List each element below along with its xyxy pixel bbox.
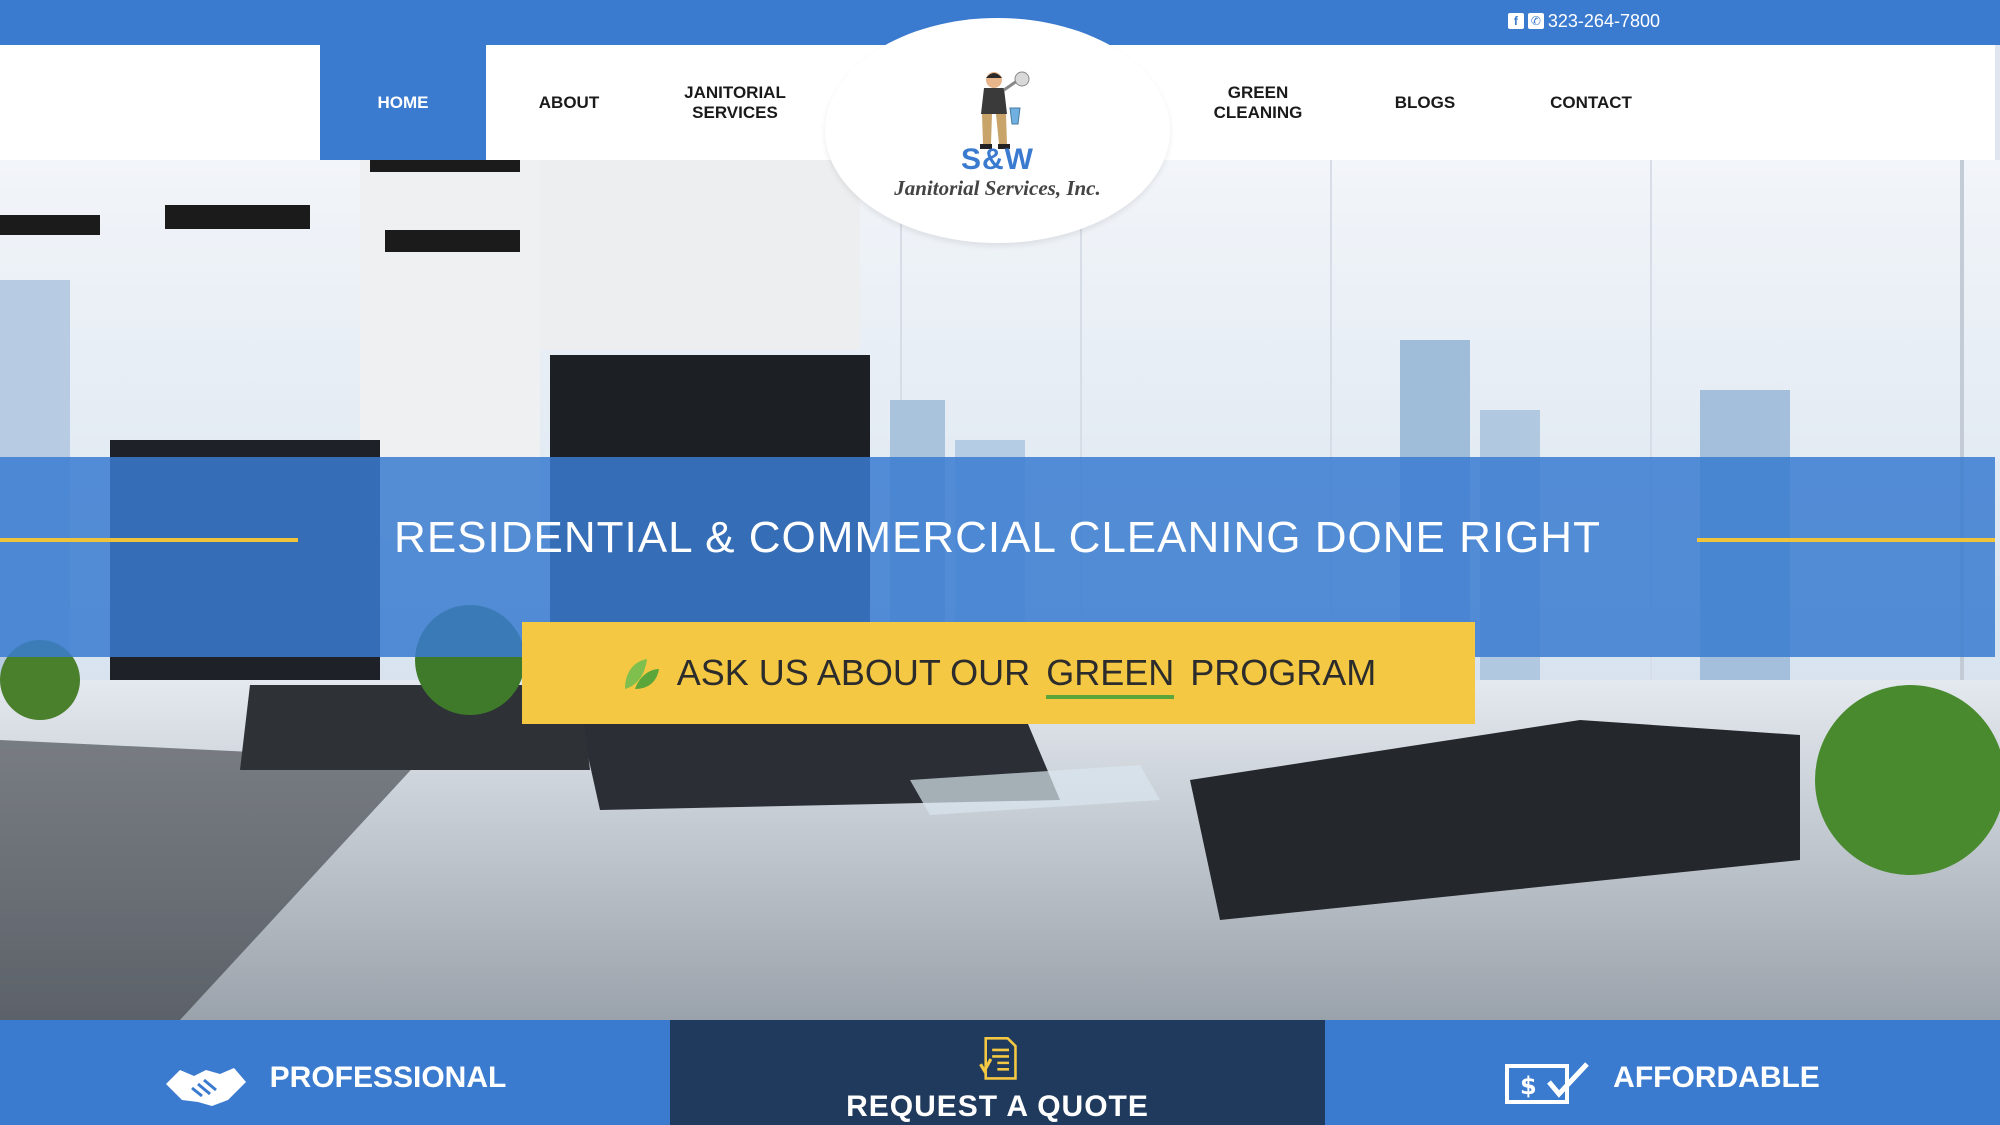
phone-number[interactable]: 323-264-7800 <box>1548 10 1660 32</box>
logo-company-name: Janitorial Services, Inc. <box>894 176 1101 200</box>
feature-quote-label: REQUEST A QUOTE <box>846 1090 1149 1123</box>
company-logo[interactable]: S&W Janitorial Services, Inc. <box>825 18 1170 243</box>
feature-professional[interactable]: PROFESSIONAL <box>0 1020 670 1125</box>
page: f ✆ 323-264-7800 HOME ABOUT JANITORIAL S… <box>0 0 2000 1125</box>
cta-highlight: GREEN <box>1046 652 1175 699</box>
nav-janitorial-services[interactable]: JANITORIAL SERVICES <box>652 45 818 160</box>
feature-affordable[interactable]: $ AFFORDABLE <box>1325 1020 2000 1125</box>
hero-headline: RESIDENTIAL & COMMERCIAL CLEANING DONE R… <box>394 513 1601 562</box>
feature-strip: PROFESSIONAL REQUEST A QUOTE $ AFFORDABL… <box>0 1020 2000 1125</box>
nav-home[interactable]: HOME <box>320 45 486 160</box>
cta-suffix: PROGRAM <box>1190 652 1377 693</box>
document-check-icon <box>978 1037 1017 1080</box>
green-program-button[interactable]: ASK US ABOUT OUR GREEN PROGRAM <box>522 622 1475 724</box>
cta-prefix: ASK US ABOUT OUR <box>676 652 1031 693</box>
nav-green-cleaning[interactable]: GREEN CLEANING <box>1175 45 1341 160</box>
phone-icon[interactable]: ✆ <box>1527 13 1544 29</box>
svg-text:$: $ <box>1520 1072 1537 1100</box>
headline-divider-right <box>1697 538 1995 542</box>
nav-contact[interactable]: CONTACT <box>1508 45 1674 160</box>
feature-affordable-label: AFFORDABLE <box>1613 1061 1820 1094</box>
janitor-mascot-icon <box>980 71 1030 149</box>
feature-request-quote[interactable]: REQUEST A QUOTE <box>670 1020 1325 1125</box>
facebook-icon[interactable]: f <box>1507 13 1524 29</box>
headline-divider-left <box>0 538 298 542</box>
dollar-check-icon: $ <box>1505 1062 1589 1104</box>
feature-professional-label: PROFESSIONAL <box>269 1061 507 1094</box>
logo-brand: S&W <box>961 143 1034 176</box>
nav-blogs[interactable]: BLOGS <box>1342 45 1508 160</box>
leaf-icon <box>624 659 659 689</box>
top-contact: f ✆ 323-264-7800 <box>1507 10 1660 32</box>
handshake-icon <box>165 1068 246 1106</box>
nav-about[interactable]: ABOUT <box>486 45 652 160</box>
